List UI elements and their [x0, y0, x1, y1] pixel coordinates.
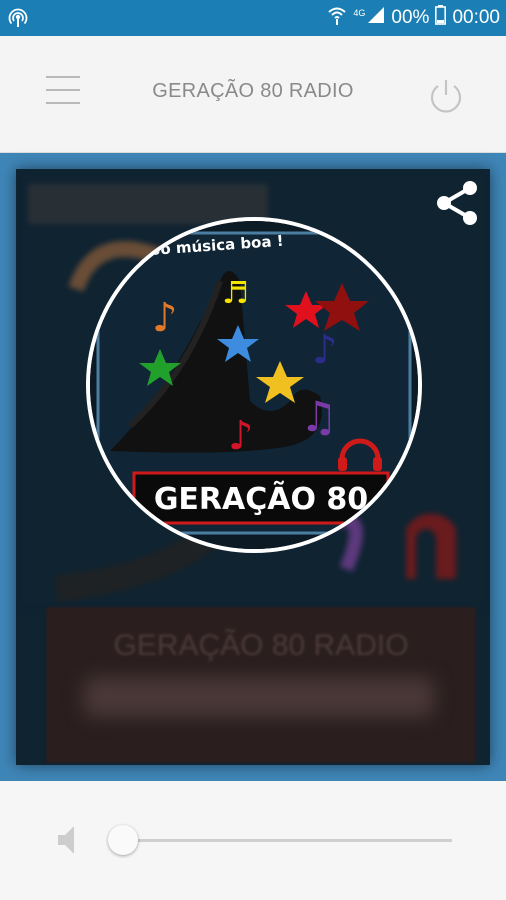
- treble-clef-icon: ♬: [222, 276, 249, 311]
- radio-broadcast-icon: [8, 8, 28, 33]
- music-note-icon: ♪: [152, 295, 178, 341]
- station-logo: Só música boa ! ♬ ♪ ♪ ♫ ♪ GERAÇÃO 80: [86, 217, 422, 553]
- wifi-icon: [327, 5, 347, 31]
- music-note-icon: ♫: [300, 392, 338, 441]
- station-name: GERAÇÃO 80 RADIO: [113, 629, 409, 662]
- battery-percent: 00%: [391, 7, 430, 28]
- network-type: 4G: [353, 8, 366, 18]
- volume-bar: [0, 781, 506, 900]
- music-note-icon: ♪: [228, 413, 254, 459]
- station-info-panel: GERAÇÃO 80 RADIO: [46, 607, 476, 763]
- status-bar: 4G 00% 00:00: [0, 0, 506, 36]
- app-toolbar: GERAÇÃO 80 RADIO: [0, 36, 506, 153]
- player-area: GERAÇÃO 80 RADIO Só música boa ! ♬ ♪ ♪ ♫…: [0, 153, 506, 781]
- logo-text: GERAÇÃO 80: [154, 480, 368, 517]
- music-note-icon: ♪: [312, 327, 338, 373]
- power-icon[interactable]: [426, 76, 466, 116]
- clock: 00:00: [452, 7, 500, 28]
- signal-icon: [367, 6, 385, 30]
- volume-slider-thumb[interactable]: [108, 825, 138, 855]
- volume-icon[interactable]: [56, 823, 80, 857]
- now-playing-blurred: [84, 677, 434, 717]
- volume-slider[interactable]: [120, 839, 452, 842]
- battery-icon: [435, 5, 447, 31]
- share-icon[interactable]: [432, 178, 482, 228]
